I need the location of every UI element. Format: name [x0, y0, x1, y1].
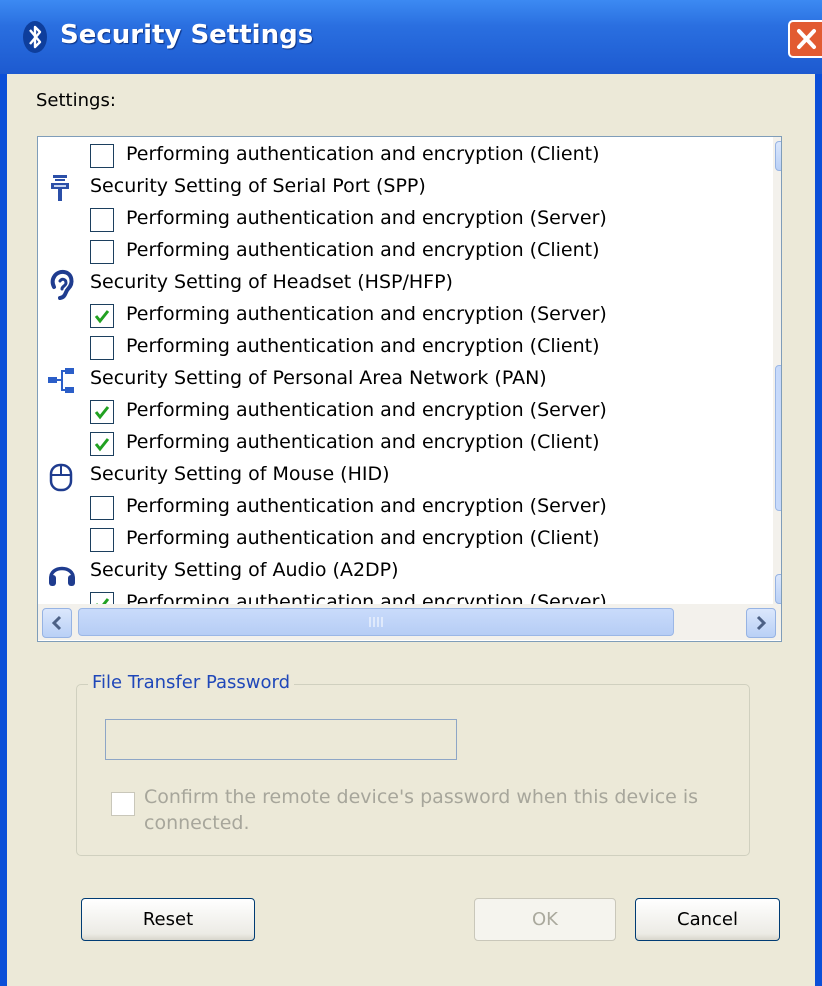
network-icon	[48, 368, 74, 393]
close-icon	[797, 29, 816, 49]
settings-list[interactable]: Performing authentication and encryption…	[37, 136, 782, 642]
bluetooth-icon	[23, 21, 47, 53]
section-heading: Security Setting of Headset (HSP/HFP)	[90, 271, 453, 293]
option-label: Performing authentication and encryption…	[126, 143, 600, 165]
horizontal-scroll-thumb[interactable]	[78, 608, 674, 636]
ok-button[interactable]: OK	[474, 898, 616, 941]
title-bar[interactable]: Security Settings	[0, 0, 822, 74]
scroll-up-button[interactable]	[775, 141, 782, 171]
option-label: Performing authentication and encryption…	[126, 431, 600, 453]
grip-icon	[369, 617, 383, 627]
grip-icon	[776, 366, 782, 510]
close-button[interactable]	[788, 20, 822, 58]
checkbox[interactable]	[90, 432, 114, 456]
option-label: Performing authentication and encryption…	[126, 399, 607, 421]
section-heading: Security Setting of Audio (A2DP)	[90, 559, 399, 581]
checkbox[interactable]	[90, 336, 114, 360]
checkbox[interactable]	[90, 592, 114, 604]
settings-label: Settings:	[36, 90, 116, 111]
password-input[interactable]	[105, 719, 457, 760]
section-heading: Security Setting of Personal Area Networ…	[90, 367, 547, 389]
window-frame-right	[815, 74, 822, 986]
checkmark-icon	[94, 438, 110, 452]
checkmark-icon	[94, 310, 110, 324]
vertical-scrollbar[interactable]	[773, 137, 782, 604]
section-heading: Security Setting of Serial Port (SPP)	[90, 175, 426, 197]
vertical-scroll-thumb[interactable]	[775, 365, 782, 511]
option-label: Performing authentication and encryption…	[126, 239, 600, 261]
cancel-button[interactable]: Cancel	[635, 898, 780, 941]
section-heading: Security Setting of Mouse (HID)	[90, 463, 390, 485]
checkbox[interactable]	[90, 496, 114, 520]
option-label: Performing authentication and encryption…	[126, 495, 607, 517]
security-settings-dialog: Security Settings Settings: Performing a…	[0, 0, 822, 986]
scroll-left-button[interactable]	[42, 608, 72, 638]
option-label: Performing authentication and encryption…	[126, 207, 607, 229]
checkbox[interactable]	[90, 528, 114, 552]
option-label: Performing authentication and encryption…	[126, 527, 600, 549]
chevron-up-icon	[776, 142, 782, 170]
audio-headphones-icon	[49, 566, 75, 586]
option-label: Performing authentication and encryption…	[126, 591, 607, 604]
checkbox[interactable]	[90, 400, 114, 424]
checkmark-icon	[94, 406, 110, 420]
chevron-left-icon	[51, 615, 62, 631]
option-label: Performing authentication and encryption…	[126, 303, 607, 325]
checkmark-icon	[96, 598, 110, 604]
settings-list-view: Performing authentication and encryption…	[38, 137, 773, 604]
window-frame-left	[0, 74, 7, 986]
checkbox[interactable]	[90, 144, 114, 168]
reset-button[interactable]: Reset	[81, 898, 255, 941]
checkbox[interactable]	[90, 304, 114, 328]
file-transfer-password-label: File Transfer Password	[88, 672, 295, 693]
confirm-password-checkbox[interactable]	[111, 792, 135, 816]
chevron-down-icon	[776, 575, 782, 603]
scroll-down-button[interactable]	[775, 574, 782, 604]
window-title: Security Settings	[60, 20, 314, 50]
chevron-right-icon	[756, 615, 767, 631]
scroll-right-button[interactable]	[746, 608, 776, 638]
option-label: Performing authentication and encryption…	[126, 335, 600, 357]
checkbox[interactable]	[90, 208, 114, 232]
serial-port-icon	[51, 175, 69, 201]
mouse-icon	[49, 463, 73, 492]
confirm-password-label: Confirm the remote device's password whe…	[144, 786, 699, 834]
checkbox[interactable]	[90, 240, 114, 264]
horizontal-scrollbar[interactable]	[38, 604, 781, 640]
headset-icon	[50, 269, 74, 300]
